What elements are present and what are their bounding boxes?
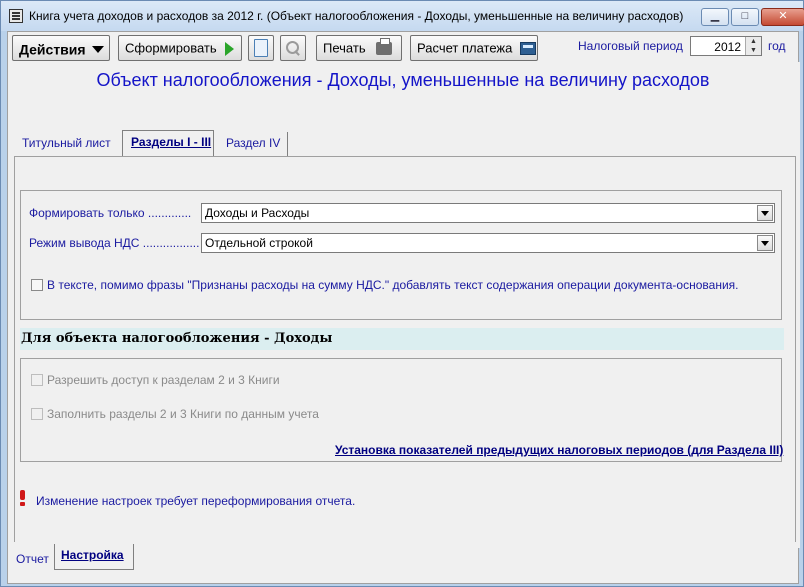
maximize-button[interactable]: □ — [731, 8, 759, 26]
chevron-down-icon[interactable] — [757, 205, 773, 221]
client-area: Действия Сформировать Печать Расчет плат… — [7, 31, 800, 584]
chevron-down-icon[interactable] — [757, 235, 773, 251]
tab-section-4[interactable]: Раздел IV — [218, 132, 288, 156]
payment-calc-button[interactable]: Расчет платежа — [410, 35, 538, 61]
minimize-button[interactable]: ▁ — [701, 8, 729, 26]
tab-settings[interactable]: Настройка — [54, 544, 134, 570]
spin-down-icon[interactable]: ▼ — [746, 46, 761, 55]
book-icon — [9, 9, 23, 23]
payment-label: Расчет платежа — [417, 40, 513, 56]
vat-text-checkbox-label[interactable]: В тексте, помимо фразы "Признаны расходы… — [47, 278, 738, 292]
form-only-select[interactable]: Доходы и Расходы — [201, 203, 775, 223]
settings-group: Формировать только ............. Доходы … — [20, 190, 782, 320]
window-title: Книга учета доходов и расходов за 2012 г… — [29, 9, 684, 23]
search-button[interactable] — [280, 35, 306, 61]
fill-sections-checkbox[interactable] — [31, 408, 43, 420]
close-button[interactable]: ✕ — [761, 8, 804, 26]
play-icon — [224, 41, 234, 56]
main-window: Книга учета доходов и расходов за 2012 г… — [0, 0, 804, 587]
vat-mode-value: Отдельной строкой — [205, 236, 313, 250]
calculator-icon — [520, 42, 537, 56]
form-report-button[interactable]: Сформировать — [118, 35, 242, 61]
income-section-header: Для объекта налогообложения - Доходы — [20, 328, 784, 350]
income-group: Разрешить доступ к разделам 2 и 3 Книги … — [20, 358, 783, 462]
form-only-label: Формировать только ............. — [29, 206, 192, 220]
warning-icon — [18, 490, 28, 506]
vat-mode-label: Режим вывода НДС ................. — [29, 236, 200, 250]
print-button[interactable]: Печать — [316, 35, 402, 61]
document-icon — [254, 39, 268, 57]
spin-up-icon[interactable]: ▲ — [746, 37, 761, 46]
tax-period-label: Налоговый период — [578, 39, 683, 53]
tab-report[interactable]: Отчет — [10, 548, 54, 572]
tax-period-spinner[interactable]: 2012 ▲ ▼ — [690, 36, 762, 56]
tab-sections-1-3[interactable]: Разделы I - III — [122, 130, 214, 156]
form-only-value: Доходы и Расходы — [205, 206, 310, 220]
previous-periods-link[interactable]: Установка показателей предыдущих налогов… — [335, 443, 783, 457]
form-label: Сформировать — [125, 40, 217, 56]
dropdown-arrow-icon — [91, 45, 104, 53]
vat-text-checkbox[interactable] — [31, 279, 43, 291]
warning-text: Изменение настроек требует переформирова… — [36, 494, 356, 508]
actions-label: Действия — [19, 41, 86, 58]
tab-title-sheet[interactable]: Титульный лист — [14, 132, 118, 156]
allow-access-checkbox[interactable] — [31, 374, 43, 386]
open-document-button[interactable] — [248, 35, 274, 61]
print-label: Печать — [323, 40, 366, 56]
tax-period-value: 2012 — [714, 40, 741, 54]
toolbar: Действия Сформировать Печать Расчет плат… — [8, 32, 798, 66]
search-icon — [285, 40, 301, 56]
actions-menu-button[interactable]: Действия — [12, 35, 110, 61]
printer-icon — [375, 38, 392, 56]
title-bar[interactable]: Книга учета доходов и расходов за 2012 г… — [1, 1, 804, 31]
year-label: год — [768, 39, 786, 53]
spin-buttons[interactable]: ▲ ▼ — [745, 37, 761, 55]
page-title: Объект налогообложения - Доходы, уменьше… — [96, 70, 710, 90]
fill-sections-label[interactable]: Заполнить разделы 2 и 3 Книги по данным … — [47, 407, 319, 421]
allow-access-label[interactable]: Разрешить доступ к разделам 2 и 3 Книги — [47, 373, 280, 387]
vat-mode-select[interactable]: Отдельной строкой — [201, 233, 775, 253]
income-section-title: Для объекта налогообложения - Доходы — [21, 331, 333, 346]
bottom-tabs: Отчет Настройка — [8, 542, 798, 582]
